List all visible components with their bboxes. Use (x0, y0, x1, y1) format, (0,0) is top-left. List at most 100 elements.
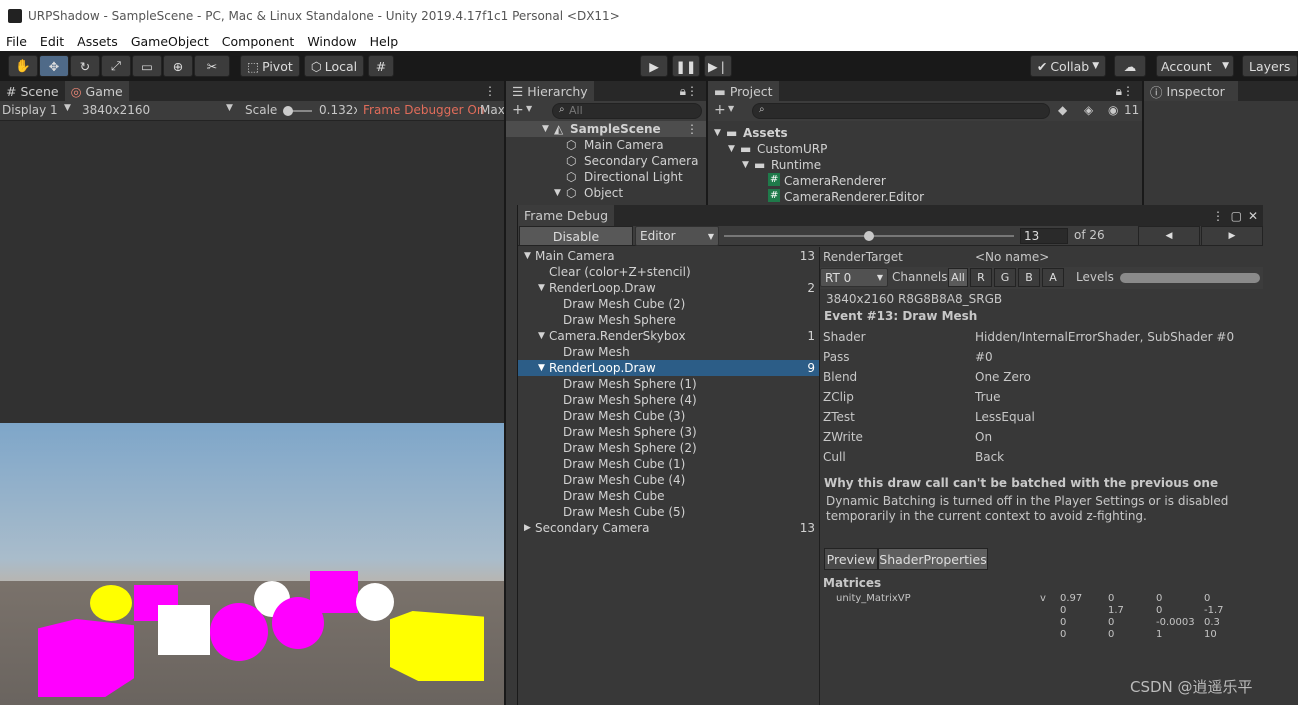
list-item[interactable]: Draw Mesh Sphere (2) (518, 440, 819, 456)
list-item[interactable]: ▶ Secondary Camera 13 (518, 520, 819, 536)
filter-label-icon[interactable]: ◈ (1084, 103, 1093, 117)
hidden-count: 11 (1124, 103, 1140, 117)
chevron-down-icon[interactable]: ▼ (524, 248, 531, 264)
project-search-input[interactable]: ⌕ (752, 103, 1050, 119)
hidden-eye-icon[interactable]: ◉ (1108, 103, 1118, 117)
list-item[interactable]: Draw Mesh Cube (1) (518, 456, 819, 472)
more-options-icon[interactable]: ⋮ (1212, 209, 1224, 223)
channel-all-toggle[interactable]: All (948, 268, 968, 287)
rotate-tool-icon[interactable]: ↻ (70, 55, 100, 77)
tab-inspector[interactable]: ⓘ Inspector (1144, 81, 1238, 101)
hand-tool-icon[interactable]: ✋ (8, 55, 38, 77)
list-item[interactable]: Draw Mesh Sphere (4) (518, 392, 819, 408)
pause-button[interactable]: ❚❚ (672, 55, 700, 77)
menu-edit[interactable]: Edit (40, 34, 64, 49)
chevron-down-icon[interactable]: ▼ (538, 360, 545, 376)
list-item[interactable]: ▼ RenderLoop.Draw 2 (518, 280, 819, 296)
frame-debugger-on-badge[interactable]: Frame Debugger On (363, 103, 484, 117)
account-dropdown[interactable]: Account ▼ (1156, 55, 1234, 77)
chevron-down-icon[interactable]: ▼ (538, 328, 545, 344)
close-icon[interactable]: ✕ (1248, 209, 1258, 223)
tab-scene[interactable]: # Scene (0, 81, 65, 101)
channel-r-toggle[interactable]: R (970, 268, 992, 287)
tab-project[interactable]: ▬ Project (708, 81, 779, 101)
more-options-icon[interactable]: ⋮ (484, 84, 496, 98)
local-button[interactable]: ⬡ Local (304, 55, 364, 77)
layers-dropdown[interactable]: Layers (1242, 55, 1298, 77)
item-label: Runtime (771, 158, 822, 172)
step-button[interactable]: ▶❘ (704, 55, 732, 77)
menu-help[interactable]: Help (370, 34, 399, 49)
more-options-icon[interactable]: ⋮ (686, 121, 698, 137)
custom-tool-icon[interactable]: ✂ (194, 55, 230, 77)
list-item[interactable]: ▼ RenderLoop.Draw 9 (518, 360, 819, 376)
event-label: Draw Mesh Cube (2) (563, 297, 686, 311)
rt-dropdown[interactable]: RT 0 ▼ (820, 268, 888, 287)
tab-hierarchy[interactable]: ☰ Hierarchy (506, 81, 594, 101)
channel-b-toggle[interactable]: B (1018, 268, 1040, 287)
list-item[interactable]: Draw Mesh Cube (518, 488, 819, 504)
list-item[interactable]: ▼ Main Camera 13 (518, 248, 819, 264)
menu-gameobject[interactable]: GameObject (131, 34, 209, 49)
scale-slider-handle[interactable] (283, 106, 293, 116)
window-title: URPShadow - SampleScene - PC, Mac & Linu… (28, 8, 620, 23)
list-item[interactable]: Draw Mesh (518, 344, 819, 360)
preview-tab[interactable]: Preview (824, 548, 878, 570)
disable-button[interactable]: Disable (519, 226, 633, 246)
format-label: 3840x2160 R8G8B8A8_SRGB (826, 292, 1003, 306)
menu-file[interactable]: File (6, 34, 27, 49)
move-tool-icon[interactable]: ✥ (39, 55, 69, 77)
add-icon[interactable]: + (512, 102, 524, 118)
play-button[interactable]: ▶ (640, 55, 668, 77)
event-label: Draw Mesh Sphere (3) (563, 425, 697, 439)
more-options-icon[interactable]: ⋮ (686, 84, 698, 98)
event-slider-handle[interactable] (864, 231, 874, 241)
maximize-toggle[interactable]: Max (480, 103, 504, 117)
chevron-right-icon[interactable]: ▶ (524, 520, 531, 536)
tab-game[interactable]: ◎ Game (64, 81, 129, 101)
matrix-cell: 0.3 (1204, 617, 1220, 628)
grid-snap-icon[interactable]: # (368, 55, 394, 77)
levels-range-slider[interactable] (1120, 273, 1260, 283)
collab-button[interactable]: ✔ Collab ▼ (1030, 55, 1106, 77)
menu-assets[interactable]: Assets (77, 34, 118, 49)
filter-type-icon[interactable]: ◆ (1058, 103, 1067, 117)
list-item[interactable]: ▼ Camera.RenderSkybox 1 (518, 328, 819, 344)
transform-tool-icon[interactable]: ⊕ (163, 55, 193, 77)
menu-component[interactable]: Component (222, 34, 295, 49)
prev-event-button[interactable]: ◀ (1138, 226, 1200, 246)
maximize-icon[interactable]: ▢ (1231, 209, 1242, 223)
list-item[interactable]: ▼ ◭ SampleScene ⋮ (506, 121, 706, 137)
chevron-down-icon: ▼ (554, 188, 561, 198)
channel-g-toggle[interactable]: G (994, 268, 1016, 287)
editor-dropdown[interactable]: Editor ▼ (635, 226, 719, 246)
property-key: Blend (823, 370, 858, 384)
channel-a-toggle[interactable]: A (1042, 268, 1064, 287)
scale-tool-icon[interactable]: ⤢ (101, 55, 131, 77)
list-item[interactable]: Draw Mesh Cube (3) (518, 408, 819, 424)
list-item[interactable]: Draw Mesh Sphere (3) (518, 424, 819, 440)
list-item[interactable]: Draw Mesh Cube (4) (518, 472, 819, 488)
tab-frame-debug[interactable]: Frame Debug (518, 205, 615, 226)
add-icon[interactable]: + (714, 102, 726, 118)
event-index-input[interactable]: 13 (1020, 228, 1068, 244)
chevron-down-icon: ▼ (64, 103, 71, 113)
pivot-button[interactable]: ⬚ Pivot (240, 55, 300, 77)
list-item[interactable]: Draw Mesh Cube (5) (518, 504, 819, 520)
list-item[interactable]: Draw Mesh Sphere (1) (518, 376, 819, 392)
shader-properties-tab[interactable]: ShaderProperties (878, 548, 988, 570)
event-count: 2 (807, 281, 815, 295)
cloud-icon[interactable]: ☁ (1114, 55, 1146, 77)
hierarchy-search-input[interactable]: ⌕ All (552, 103, 702, 119)
rect-tool-icon[interactable]: ▭ (132, 55, 162, 77)
list-item[interactable]: Draw Mesh Cube (2) (518, 296, 819, 312)
chevron-down-icon[interactable]: ▼ (538, 280, 545, 296)
list-item[interactable]: Draw Mesh Sphere (518, 312, 819, 328)
next-event-button[interactable]: ▶ (1201, 226, 1263, 246)
white-cube (158, 605, 210, 655)
display-dropdown[interactable]: Display 1 (2, 103, 58, 117)
list-item[interactable]: Clear (color+Z+stencil) (518, 264, 819, 280)
menu-window[interactable]: Window (307, 34, 356, 49)
resolution-dropdown[interactable]: 3840x2160 (82, 103, 150, 117)
more-options-icon[interactable]: ⋮ (1122, 84, 1134, 98)
